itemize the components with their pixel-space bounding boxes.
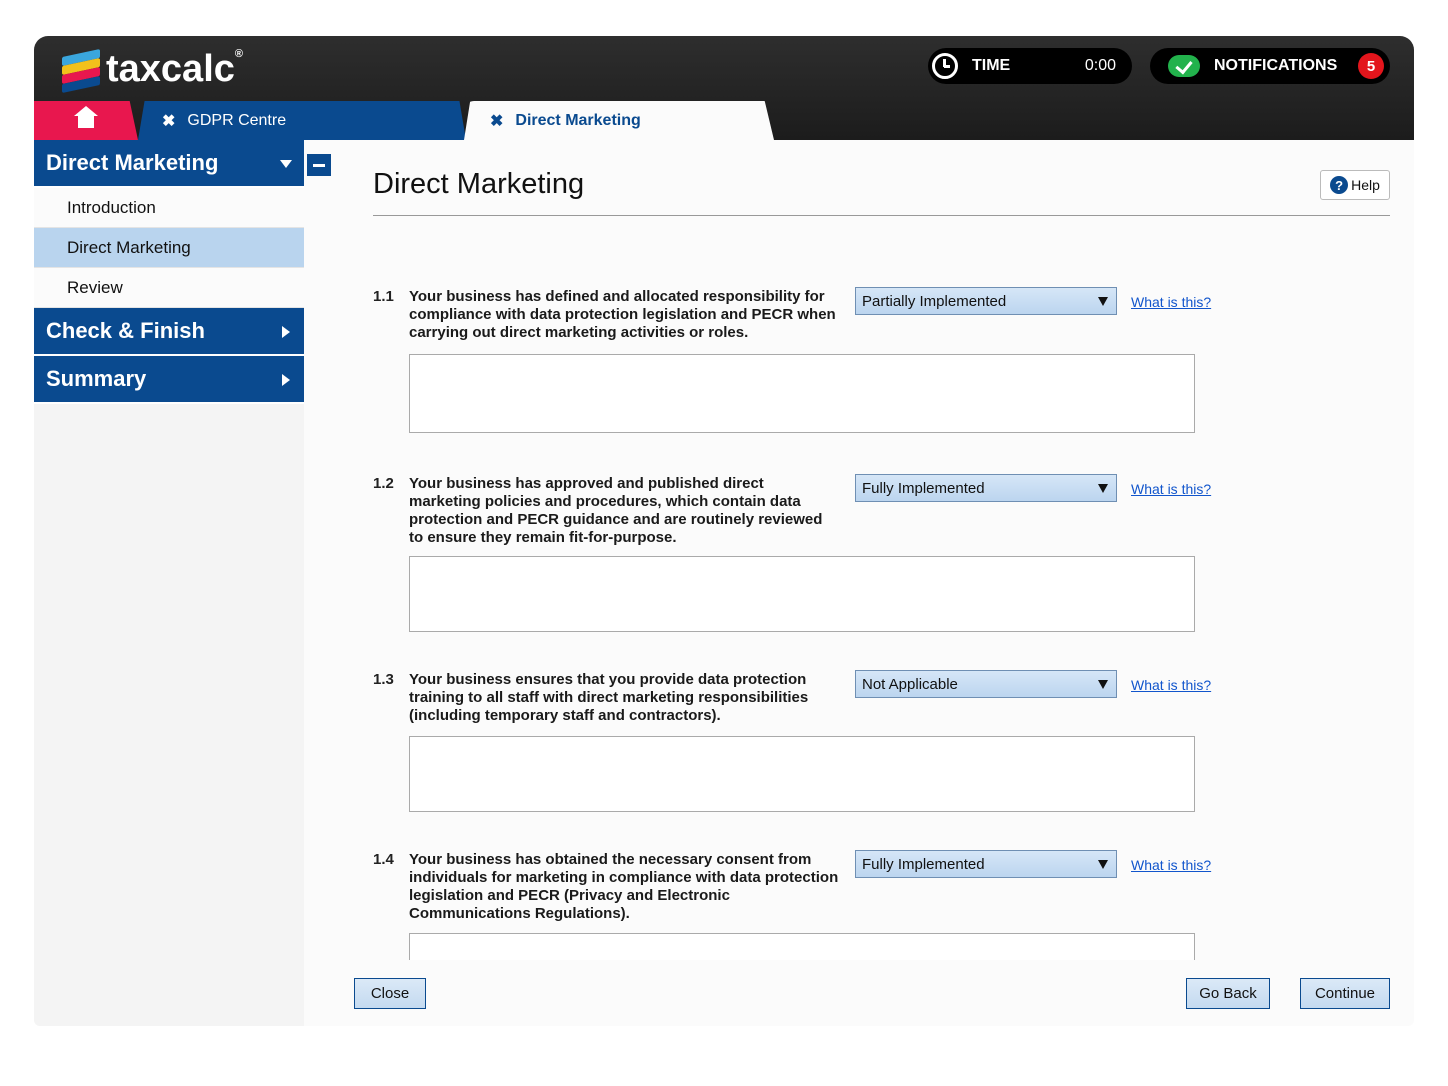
status-value: Fully Implemented [862, 855, 985, 873]
nav-section-label: Direct Marketing [46, 150, 219, 175]
question-number: 1.4 [373, 851, 394, 868]
status-select[interactable]: Fully Implemented [855, 850, 1117, 878]
help-button[interactable]: ? Help [1320, 170, 1390, 200]
time-value: 0:00 [1084, 57, 1116, 74]
go-back-button[interactable]: Go Back [1186, 978, 1270, 1009]
notes-textarea[interactable] [409, 354, 1195, 433]
notifications-button[interactable]: NOTIFICATIONS 5 [1150, 48, 1390, 84]
sidebar-item-review[interactable]: Review [34, 268, 304, 308]
checkmark-icon [1168, 55, 1200, 77]
status-value: Partially Implemented [862, 292, 1007, 310]
help-label: Help [1351, 177, 1380, 193]
page-title: Direct Marketing [373, 168, 585, 200]
registered-mark: ® [234, 48, 243, 60]
question-text: Your business has approved and published… [409, 475, 823, 546]
nav-section-direct-marketing[interactable]: Direct Marketing [34, 140, 304, 188]
status-select[interactable]: Fully Implemented [855, 474, 1117, 502]
sidebar-item-direct-marketing[interactable]: Direct Marketing [34, 228, 304, 268]
chevron-down-icon [280, 160, 292, 168]
taxcalc-logo: taxcalc® [62, 48, 243, 93]
tab-direct-marketing[interactable]: ✖ Direct Marketing [464, 101, 774, 140]
dropdown-arrow-icon [1098, 860, 1108, 869]
dropdown-arrow-icon [1098, 297, 1108, 306]
sidebar-item-introduction[interactable]: Introduction [34, 188, 304, 228]
time-label: TIME [972, 57, 1011, 74]
title-divider [373, 215, 1390, 216]
main-content: Direct Marketing ? Help 1.1 Your busines… [304, 140, 1414, 1026]
sidebar-nav: Direct Marketing Introduction Direct Mar… [34, 140, 304, 1026]
what-is-this-link[interactable]: What is this? [1131, 857, 1211, 873]
question-text: Your business ensures that you provide d… [409, 671, 809, 724]
what-is-this-link[interactable]: What is this? [1131, 294, 1211, 310]
notes-textarea[interactable] [409, 556, 1195, 632]
notes-textarea[interactable] [409, 933, 1195, 960]
logo-icon [62, 48, 100, 93]
close-tab-icon[interactable]: ✖ [490, 111, 503, 131]
help-icon: ? [1330, 176, 1349, 194]
chevron-right-icon [282, 326, 290, 338]
status-select[interactable]: Not Applicable [855, 670, 1117, 698]
chevron-right-icon [282, 374, 290, 386]
dropdown-arrow-icon [1098, 680, 1108, 689]
what-is-this-link[interactable]: What is this? [1131, 677, 1211, 693]
status-value: Fully Implemented [862, 479, 985, 497]
question-text: Your business has obtained the necessary… [409, 851, 839, 922]
dropdown-arrow-icon [1098, 484, 1108, 493]
question-number: 1.1 [373, 288, 394, 305]
tab-label: GDPR Centre [187, 111, 287, 129]
tab-home[interactable] [34, 101, 138, 140]
notes-textarea[interactable] [409, 736, 1195, 812]
timer-display: TIME 0:00 [928, 48, 1132, 84]
nav-section-summary[interactable]: Summary [34, 356, 304, 404]
notifications-label: NOTIFICATIONS [1214, 57, 1338, 74]
home-icon [74, 105, 98, 130]
continue-button[interactable]: Continue [1300, 978, 1390, 1009]
question-number: 1.3 [373, 671, 394, 688]
header-bar: taxcalc® TIME 0:00 NOTIFICATIONS 5 ✖ GDP… [34, 36, 1414, 140]
question-text: Your business has defined and allocated … [409, 288, 836, 341]
status-select[interactable]: Partially Implemented [855, 287, 1117, 315]
tab-gdpr-centre[interactable]: ✖ GDPR Centre [138, 101, 466, 140]
nav-section-check-finish[interactable]: Check & Finish [34, 308, 304, 356]
question-number: 1.2 [373, 475, 394, 492]
app-window: taxcalc® TIME 0:00 NOTIFICATIONS 5 ✖ GDP… [34, 36, 1414, 1026]
close-button[interactable]: Close [354, 978, 426, 1009]
nav-section-label: Check & Finish [46, 318, 205, 343]
notifications-badge: 5 [1358, 53, 1384, 79]
tab-label: Direct Marketing [515, 111, 641, 129]
close-tab-icon[interactable]: ✖ [162, 111, 175, 131]
clock-icon [932, 53, 958, 79]
questions-scroll-area[interactable]: Direct Marketing ? Help 1.1 Your busines… [304, 140, 1414, 960]
what-is-this-link[interactable]: What is this? [1131, 481, 1211, 497]
nav-section-label: Summary [46, 366, 147, 391]
logo-text: taxcalc [106, 48, 235, 90]
status-value: Not Applicable [862, 675, 958, 693]
